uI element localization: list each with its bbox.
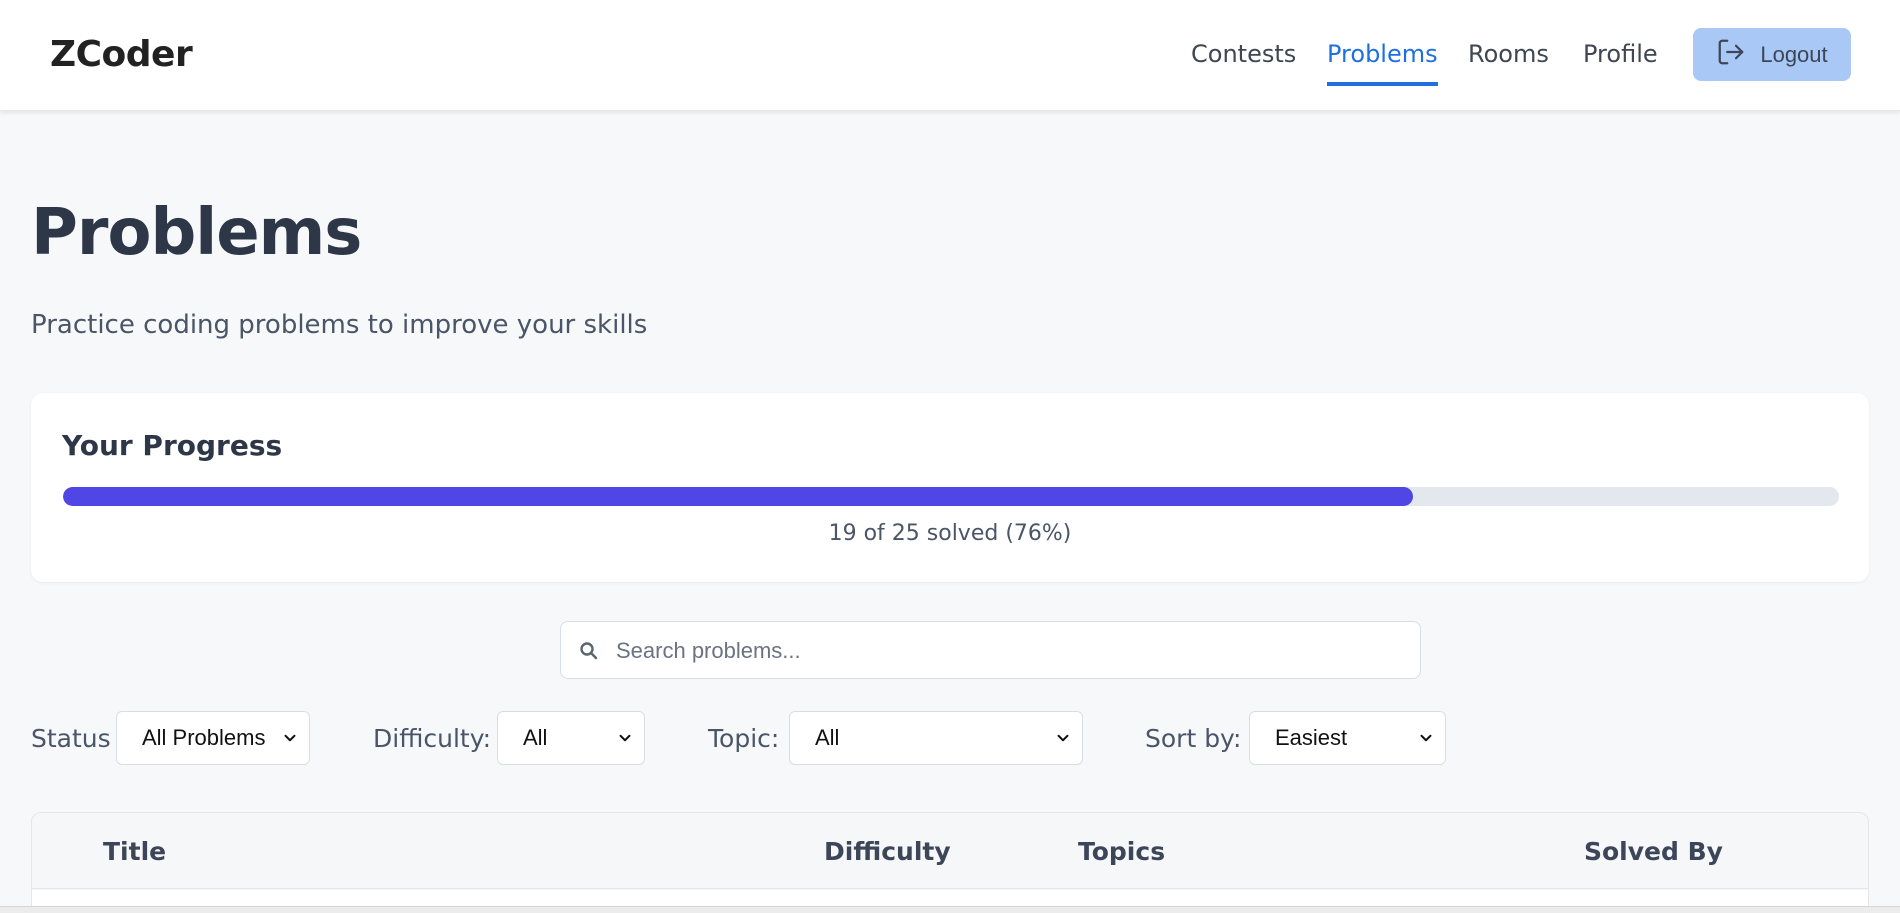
status-filter-label: Status bbox=[31, 724, 111, 753]
status-filter-select[interactable]: All Problems bbox=[116, 711, 310, 765]
search-box[interactable] bbox=[560, 621, 1421, 679]
column-header-topics[interactable]: Topics bbox=[1078, 837, 1165, 866]
page-title: Problems bbox=[31, 196, 362, 270]
nav-link-contests[interactable]: Contests bbox=[1191, 40, 1296, 86]
chevron-down-icon bbox=[619, 734, 631, 742]
column-header-solved-by[interactable]: Solved By bbox=[1584, 837, 1723, 866]
logout-button[interactable]: Logout bbox=[1693, 28, 1851, 81]
sort-filter-select[interactable]: Easiest bbox=[1249, 711, 1446, 765]
status-filter-value: All Problems bbox=[142, 725, 266, 750]
progress-bar-fill bbox=[63, 487, 1413, 506]
nav-link-problems[interactable]: Problems bbox=[1327, 40, 1438, 86]
brand-logo[interactable]: ZCoder bbox=[50, 34, 193, 75]
progress-card: Your Progress 19 of 25 solved (76%) bbox=[31, 393, 1869, 582]
topic-filter-select[interactable]: All bbox=[789, 711, 1083, 765]
logout-icon bbox=[1716, 37, 1746, 73]
problems-table: Title Difficulty Topics Solved By bbox=[31, 812, 1869, 913]
page-subtitle: Practice coding problems to improve your… bbox=[31, 310, 648, 340]
top-navbar: ZCoder Contests Problems Rooms Profile L… bbox=[0, 0, 1900, 111]
table-header-row: Title Difficulty Topics Solved By bbox=[32, 813, 1868, 889]
progress-bar-track bbox=[63, 487, 1839, 506]
difficulty-filter-label: Difficulty: bbox=[373, 724, 492, 753]
progress-title: Your Progress bbox=[62, 429, 283, 462]
topic-filter-label: Topic: bbox=[708, 724, 780, 753]
chevron-down-icon bbox=[284, 734, 296, 742]
nav-link-profile[interactable]: Profile bbox=[1583, 40, 1658, 86]
viewport-bottom-edge bbox=[0, 906, 1900, 913]
sort-filter-value: Easiest bbox=[1275, 725, 1348, 750]
difficulty-filter-select[interactable]: All bbox=[497, 711, 645, 765]
difficulty-filter-value: All bbox=[523, 725, 548, 750]
column-header-difficulty[interactable]: Difficulty bbox=[824, 837, 951, 866]
search-input[interactable] bbox=[616, 630, 1406, 672]
chevron-down-icon bbox=[1057, 734, 1069, 742]
progress-text: 19 of 25 solved (76%) bbox=[828, 521, 1072, 546]
column-header-title[interactable]: Title bbox=[103, 837, 166, 866]
chevron-down-icon bbox=[1420, 734, 1432, 742]
nav-link-rooms[interactable]: Rooms bbox=[1468, 40, 1549, 86]
logout-label: Logout bbox=[1760, 41, 1828, 67]
search-icon bbox=[577, 639, 601, 663]
topic-filter-value: All bbox=[815, 725, 840, 750]
sort-filter-label: Sort by: bbox=[1145, 724, 1242, 753]
